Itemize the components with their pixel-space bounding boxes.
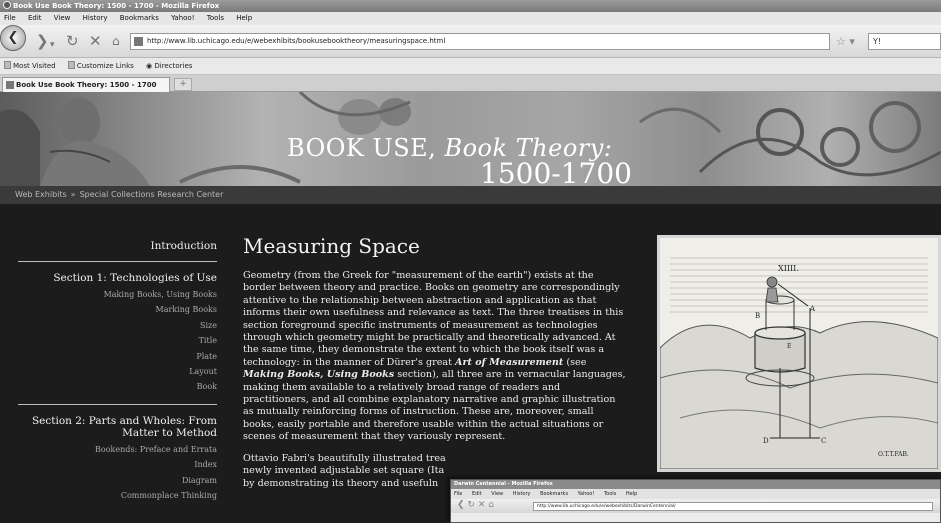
new-tab-button[interactable]: + bbox=[174, 78, 192, 91]
sidebar-divider bbox=[18, 403, 217, 405]
breadcrumb: Web Exhibits» Special Collections Researc… bbox=[0, 186, 941, 204]
overlay-menu-bar: File Edit View History Bookmarks Yahoo! … bbox=[451, 489, 940, 499]
tab-favicon bbox=[6, 81, 14, 89]
overlay-stop-icon: ✕ bbox=[477, 500, 486, 510]
navigation-toolbar: ❮ ❯ ▾ ↻ ✕ ⌂ http://www.lib.uchicago.edu/… bbox=[0, 25, 941, 58]
sidebar-item-layout[interactable]: Layout bbox=[18, 364, 217, 379]
sidebar-item-bookends[interactable]: Bookends: Preface and Errata bbox=[18, 442, 217, 457]
breadcrumb-separator: » bbox=[70, 190, 76, 199]
overlay-navigation-toolbar: ❮ ↻ ✕ ⌂ http://www.lib.uchicago.edu/e/we… bbox=[451, 499, 940, 513]
stop-icon[interactable]: ✕ bbox=[89, 31, 102, 51]
sidebar-section1-title[interactable]: Section 1: Technologies of Use bbox=[18, 272, 217, 284]
paragraph-text-line: newly invented adjustable set square (It… bbox=[243, 465, 445, 477]
darwin-centennial-window[interactable]: Darwin Centennial - Mozilla Firefox File… bbox=[450, 479, 941, 523]
overlay-menu-help[interactable]: Help bbox=[626, 491, 637, 497]
menu-file[interactable]: File bbox=[4, 14, 16, 22]
book-title-art-of-measurement: Art of Measurement bbox=[455, 356, 564, 368]
bookmark-star-icon[interactable]: ☆ ▾ bbox=[836, 35, 855, 48]
sidebar-section2-title-line2[interactable]: Matter to Method bbox=[18, 427, 217, 439]
window-title: Book Use Book Theory: 1500 - 1700 - Mozi… bbox=[13, 2, 220, 10]
menu-tools[interactable]: Tools bbox=[207, 14, 224, 22]
figure-label-a: A bbox=[810, 305, 816, 313]
back-arrow-icon: ❮ bbox=[7, 30, 19, 45]
bookmarks-toolbar: Most Visited Customize Links ◉ Directori… bbox=[0, 58, 941, 75]
search-engine-label: Y! bbox=[873, 37, 882, 46]
overlay-menu-yahoo[interactable]: Yahoo! bbox=[578, 491, 595, 497]
engraver-signature: O.T.T.FAB. bbox=[878, 451, 909, 458]
banner-title-main: BOOK USE, bbox=[287, 134, 445, 162]
overlay-back-icon: ❮ bbox=[457, 500, 465, 510]
overlay-window-title: Darwin Centennial - Mozilla Firefox bbox=[451, 480, 940, 489]
sidebar-item-commonplace-thinking[interactable]: Commonplace Thinking bbox=[18, 488, 217, 503]
site-favicon bbox=[134, 37, 143, 46]
paragraph-text-line: by demonstrating its theory and usefuln bbox=[243, 477, 439, 489]
breadcrumb-special-collections[interactable]: Special Collections Research Center bbox=[80, 190, 224, 199]
section-reference-making-books: Making Books, Using Books bbox=[243, 369, 395, 381]
tab-book-use[interactable]: Book Use Book Theory: 1500 - 1700 bbox=[2, 77, 170, 92]
figure-label-e: E bbox=[787, 343, 792, 350]
tab-strip: Book Use Book Theory: 1500 - 1700 + bbox=[0, 75, 941, 92]
menu-view[interactable]: View bbox=[54, 14, 71, 22]
paragraph-text-line: Ottavio Fabri's beautifully illustrated … bbox=[243, 452, 446, 464]
bookmark-most-visited[interactable]: Most Visited bbox=[4, 61, 56, 70]
overlay-nav-buttons[interactable]: ❮ ↻ ✕ ⌂ bbox=[457, 500, 494, 510]
menu-bookmarks[interactable]: Bookmarks bbox=[120, 14, 159, 22]
overlay-menu-file[interactable]: File bbox=[454, 491, 462, 497]
menu-bar: File Edit View History Bookmarks Yahoo! … bbox=[0, 12, 941, 25]
article-paragraph-1: Geometry (from the Greek for "measuremen… bbox=[243, 270, 627, 444]
overlay-home-icon: ⌂ bbox=[488, 500, 494, 510]
menu-edit[interactable]: Edit bbox=[28, 14, 42, 22]
overlay-menu-tools[interactable]: Tools bbox=[604, 491, 616, 497]
sidebar-item-size[interactable]: Size bbox=[18, 318, 217, 333]
most-visited-icon bbox=[4, 61, 11, 69]
overlay-menu-bookmarks[interactable]: Bookmarks bbox=[540, 491, 568, 497]
article-content: Measuring Space Geometry (from the Greek… bbox=[243, 234, 627, 490]
overlay-menu-history[interactable]: History bbox=[513, 491, 531, 497]
engraving-plate-image: XIIII. A B C D E O.T.T.FAB. bbox=[657, 235, 941, 472]
figure-label-d: D bbox=[763, 437, 769, 445]
sidebar-item-title[interactable]: Title bbox=[18, 333, 217, 348]
paragraph-text: Geometry (from the Greek for "measuremen… bbox=[243, 270, 624, 368]
sidebar-item-plate[interactable]: Plate bbox=[18, 349, 217, 364]
page-icon bbox=[67, 61, 75, 69]
back-button[interactable]: ❮ bbox=[0, 25, 26, 51]
sidebar-item-making-books[interactable]: Making Books, Using Books bbox=[18, 287, 217, 302]
tab-label: Book Use Book Theory: 1500 - 1700 bbox=[16, 81, 157, 89]
url-text: http://www.lib.uchicago.edu/e/webexhibit… bbox=[147, 37, 446, 45]
sidebar-navigation: Introduction Section 1: Technologies of … bbox=[18, 240, 217, 503]
reload-icon[interactable]: ↻ bbox=[66, 31, 79, 51]
sidebar-divider bbox=[18, 261, 217, 262]
window-title-bar: Book Use Book Theory: 1500 - 1700 - Mozi… bbox=[0, 0, 941, 12]
overlay-menu-edit[interactable]: Edit bbox=[472, 491, 482, 497]
firefox-icon bbox=[3, 1, 11, 9]
bookmark-customize-links[interactable]: Customize Links bbox=[67, 61, 134, 70]
figure-label-c: C bbox=[821, 437, 827, 445]
overlay-url-bar[interactable]: http://www.lib.uchicago.edu/e/webexhibit… bbox=[533, 502, 933, 511]
sidebar-introduction[interactable]: Introduction bbox=[18, 240, 218, 252]
menu-history[interactable]: History bbox=[83, 14, 108, 22]
eye-icon: ◉ bbox=[146, 62, 153, 70]
home-icon[interactable]: ⌂ bbox=[112, 31, 120, 51]
sidebar-section2-title-line1[interactable]: Section 2: Parts and Wholes: From bbox=[18, 415, 217, 427]
sidebar-item-index[interactable]: Index bbox=[18, 457, 217, 472]
page-title: Measuring Space bbox=[243, 234, 420, 258]
history-dropdown-icon[interactable]: ▾ bbox=[50, 35, 55, 55]
figure-label-b: B bbox=[755, 312, 761, 320]
plate-number: XIIII. bbox=[778, 264, 799, 273]
overlay-menu-view[interactable]: View bbox=[491, 491, 503, 497]
url-bar[interactable]: http://www.lib.uchicago.edu/e/webexhibit… bbox=[130, 33, 830, 50]
engraving-illustration bbox=[660, 238, 938, 469]
menu-yahoo[interactable]: Yahoo! bbox=[171, 14, 194, 22]
sidebar-item-marking-books[interactable]: Marking Books bbox=[18, 302, 217, 317]
bookmark-directories[interactable]: ◉ Directories bbox=[146, 62, 192, 70]
breadcrumb-web-exhibits[interactable]: Web Exhibits bbox=[15, 190, 67, 199]
plus-icon: + bbox=[179, 79, 187, 89]
paragraph-text: (see bbox=[563, 356, 587, 368]
menu-help[interactable]: Help bbox=[236, 14, 252, 22]
overlay-reload-icon: ↻ bbox=[467, 500, 475, 510]
forward-arrow-icon[interactable]: ❯ bbox=[36, 31, 49, 51]
sidebar-item-diagram[interactable]: Diagram bbox=[18, 473, 217, 488]
search-box[interactable]: Y! bbox=[868, 33, 941, 50]
sidebar-item-book[interactable]: Book bbox=[18, 379, 217, 394]
